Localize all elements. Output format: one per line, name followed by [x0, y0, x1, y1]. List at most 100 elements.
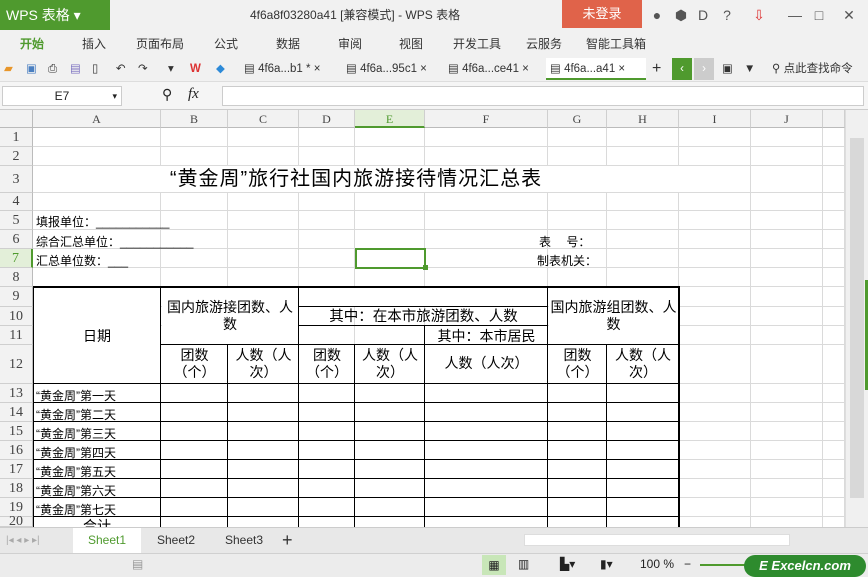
maximize-button[interactable]: □	[808, 0, 830, 30]
screen-icon[interactable]: ▣	[722, 58, 733, 80]
eye-protection-button[interactable]: ▮▾	[600, 557, 613, 571]
chevron-down-icon: ▾	[112, 91, 117, 101]
total-label: 合计	[83, 518, 111, 527]
row-header-13[interactable]: 13	[0, 384, 33, 403]
menu-home[interactable]: 开始	[20, 30, 44, 58]
page-break-view-button[interactable]: ▥	[518, 557, 529, 571]
row-header-5[interactable]: 5	[0, 211, 33, 230]
sheet-tab-2[interactable]: Sheet2	[143, 528, 209, 553]
row-header-7[interactable]: 7	[0, 249, 33, 268]
reading-mode-button[interactable]: ▙▾	[560, 557, 575, 571]
menu-insert[interactable]: 插入	[82, 30, 106, 58]
doc-tab-1[interactable]: ▤ 4f6a...b1 * ×	[244, 58, 320, 80]
row-header-14[interactable]: 14	[0, 403, 33, 422]
skin-icon[interactable]: ●	[646, 0, 668, 30]
column-header-A[interactable]: A	[33, 110, 161, 128]
row-header-15[interactable]: 15	[0, 422, 33, 441]
more-dropdown-icon[interactable]: ▾	[168, 58, 174, 80]
table-border	[161, 344, 679, 345]
menu-review[interactable]: 审阅	[338, 30, 362, 58]
login-button[interactable]: 未登录	[562, 0, 642, 28]
column-header-C[interactable]: C	[228, 110, 299, 128]
table-border	[33, 383, 679, 384]
menu-developer[interactable]: 开发工具	[453, 30, 501, 58]
doc-tab-2[interactable]: ▤ 4f6a...95c1 ×	[346, 58, 427, 80]
doc-tab-3[interactable]: ▤ 4f6a...ce41 ×	[448, 58, 529, 80]
row-header-4[interactable]: 4	[0, 193, 33, 211]
sheet-nav-buttons[interactable]: |◂ ◂ ▸ ▸|	[6, 528, 40, 553]
wps-icon[interactable]: W	[190, 58, 201, 80]
export-pdf-icon[interactable]: ⎙	[48, 58, 57, 80]
column-header-H[interactable]: H	[607, 110, 679, 128]
print-preview-icon[interactable]: ▯	[92, 58, 98, 80]
doc-tab-4-active[interactable]: ▤ 4f6a...a41 ×	[546, 58, 646, 80]
zoom-formula-icon[interactable]: ⚲	[162, 86, 172, 103]
sheet-tab-3[interactable]: Sheet3	[211, 528, 277, 553]
menu-formula[interactable]: 公式	[214, 30, 238, 58]
row-header-1[interactable]: 1	[0, 128, 33, 147]
zoom-level[interactable]: 100 %	[640, 557, 674, 571]
minimize-button[interactable]: —	[784, 0, 806, 30]
formula-input[interactable]	[222, 86, 864, 106]
day-label: “黄金周”第一天	[36, 389, 116, 403]
cube-icon[interactable]: ◆	[216, 58, 225, 80]
row-header-6[interactable]: 6	[0, 230, 33, 249]
menu-data[interactable]: 数据	[276, 30, 300, 58]
open-icon[interactable]: ▰	[4, 58, 13, 80]
menu-page-layout[interactable]: 页面布局	[136, 30, 184, 58]
row-header-3[interactable]: 3	[0, 166, 33, 193]
row-header-18[interactable]: 18	[0, 479, 33, 498]
row-header-8[interactable]: 8	[0, 268, 33, 287]
fill-handle[interactable]	[423, 265, 428, 270]
vertical-scroll-thumb[interactable]	[850, 138, 864, 498]
settings-icon[interactable]: ⬢	[670, 0, 692, 30]
column-header-J[interactable]: J	[751, 110, 823, 128]
row-header-17[interactable]: 17	[0, 460, 33, 479]
selected-cell-E7[interactable]	[355, 248, 426, 269]
horizontal-scrollbar[interactable]	[524, 534, 790, 546]
column-header-F[interactable]: F	[425, 110, 548, 128]
column-header-I[interactable]: I	[679, 110, 751, 128]
fx-button[interactable]: fx	[188, 86, 199, 103]
row-header-11[interactable]: 11	[0, 326, 33, 345]
search-command[interactable]: ⚲ 点此查找命令	[772, 58, 853, 80]
normal-view-button[interactable]: ▦	[482, 555, 506, 575]
row-header-10[interactable]: 10	[0, 307, 33, 326]
name-box[interactable]: E7 ▾	[2, 86, 122, 106]
row-header-20[interactable]: 20	[0, 515, 33, 529]
fill-unit-label: 填报单位：___________	[36, 215, 170, 229]
app-menu-button[interactable]: WPS 表格 ▾	[0, 0, 110, 30]
new-tab-button[interactable]: +	[652, 58, 661, 80]
tab-prev-button[interactable]: ‹	[672, 58, 692, 80]
menu-tools[interactable]: 智能工具箱	[586, 30, 646, 58]
header-resident: 其中：本市居民	[437, 328, 536, 344]
undo-icon[interactable]: ↶	[116, 58, 126, 80]
day-label: “黄金周”第六天	[36, 484, 116, 498]
vertical-scrollbar[interactable]	[845, 110, 868, 527]
zoom-out-button[interactable]: −	[684, 557, 691, 571]
sheet-tab-1[interactable]: Sheet1	[73, 528, 141, 553]
tab-next-button[interactable]: ›	[694, 58, 714, 80]
select-all-corner[interactable]	[0, 110, 33, 128]
save-icon[interactable]: ▣	[26, 58, 37, 80]
row-header-16[interactable]: 16	[0, 441, 33, 460]
share-icon[interactable]: D	[692, 0, 714, 30]
row-header-2[interactable]: 2	[0, 147, 33, 166]
menu-cloud[interactable]: 云服务	[526, 30, 562, 58]
download-icon[interactable]: ⇩	[748, 0, 770, 30]
row-header-12[interactable]: 12	[0, 345, 33, 384]
column-header-B[interactable]: B	[161, 110, 228, 128]
column-header-D[interactable]: D	[299, 110, 355, 128]
menu-view[interactable]: 视图	[399, 30, 423, 58]
row-header-9[interactable]: 9	[0, 287, 33, 307]
column-header-E[interactable]: E	[355, 110, 425, 128]
close-button[interactable]: ✕	[838, 0, 860, 30]
help-button[interactable]: ?	[716, 0, 738, 30]
redo-icon[interactable]: ↷	[138, 58, 148, 80]
zoom-slider[interactable]	[700, 564, 750, 566]
day-label: “黄金周”第七天	[36, 503, 116, 517]
column-header-G[interactable]: G	[548, 110, 607, 128]
pin-icon[interactable]: ▼	[744, 58, 755, 80]
print-icon[interactable]: ▤	[70, 58, 81, 80]
add-sheet-button[interactable]: +	[282, 528, 293, 553]
